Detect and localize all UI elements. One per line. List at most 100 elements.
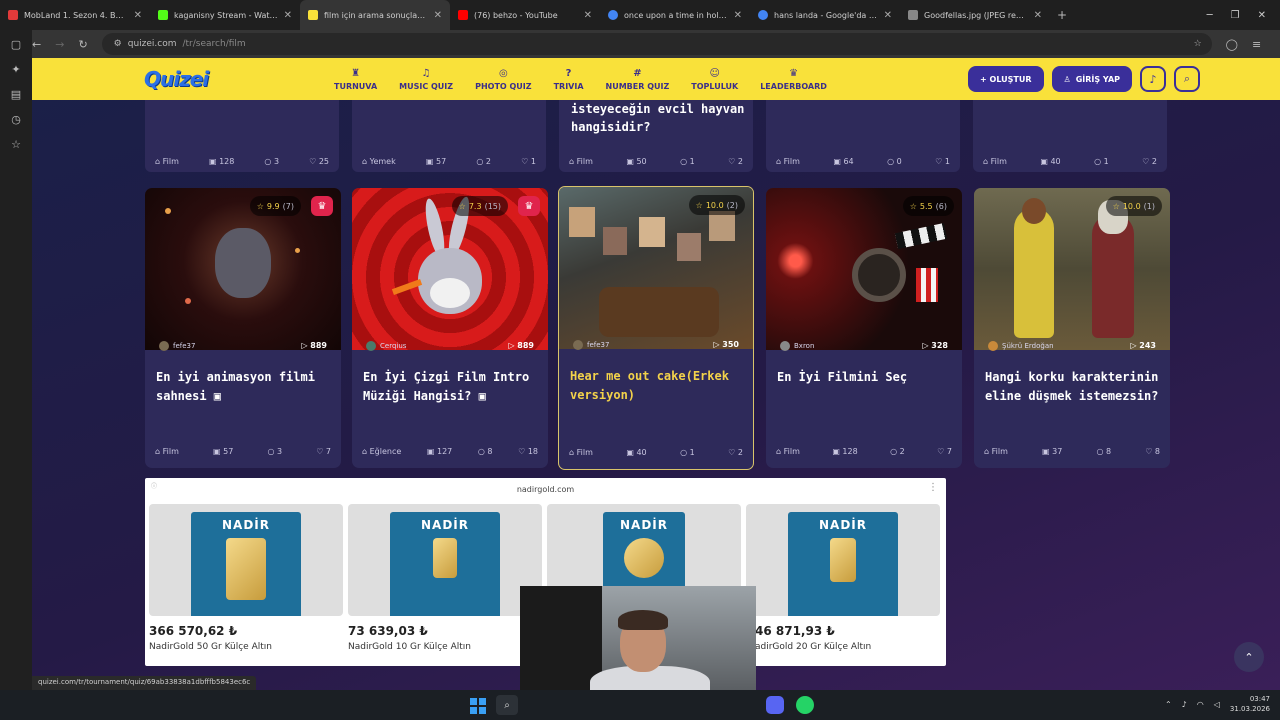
likes-count[interactable]: ♡ 1 — [521, 157, 536, 166]
close-icon[interactable]: ✕ — [734, 10, 742, 21]
profile-icon[interactable]: ◯ — [1226, 38, 1238, 51]
nav-trivia[interactable]: ? TRIVIA — [554, 68, 584, 91]
tray-chevron-icon[interactable]: ⌃ — [1165, 700, 1172, 709]
ad-product-name[interactable]: adirGold 20 Gr Külçe Altın — [755, 642, 871, 652]
whatsapp-icon[interactable] — [796, 696, 814, 714]
author-tag[interactable]: fefe37 — [573, 340, 609, 350]
favorites-icon[interactable]: ☆ — [11, 138, 21, 151]
status-link-preview: quizei.com/tr/tournament/quiz/69ab33838a… — [32, 676, 257, 690]
comments-count: ○ 1 — [680, 157, 695, 166]
ai-sparkle-icon[interactable]: ✦ — [11, 63, 20, 76]
nav-number-quiz[interactable]: # NUMBER QUIZ — [606, 68, 670, 91]
close-window-icon[interactable]: ✕ — [1258, 10, 1266, 21]
quiz-card[interactable]: ☆ 10.0 (1) Şükrü Erdoğan ▷ 243 Hangi korku… — [974, 188, 1170, 468]
quiz-card[interactable]: ⌂ Film ▣ 64 ○ 0 ♡ 1 — [766, 100, 960, 172]
login-button[interactable]: ♙ GİRİŞ YAP — [1051, 66, 1132, 92]
nav-topluluk[interactable]: ☺ TOPLULUK — [691, 68, 738, 91]
site-logo[interactable]: Quizei — [144, 67, 334, 91]
author-tag[interactable]: Şükrü Erdoğan — [988, 341, 1054, 351]
likes-count[interactable]: ♡ 18 — [518, 447, 538, 456]
quiz-card[interactable]: ⌂ Yemek ▣ 57 ○ 2 ♡ 1 — [352, 100, 546, 172]
browser-tab-active[interactable]: film için arama sonuçları - Quiz ✕ — [300, 0, 450, 30]
more-options-icon[interactable]: ⋮ — [928, 482, 938, 493]
site-info-icon[interactable]: ⚙ — [114, 39, 122, 49]
clock[interactable]: 03:47 31.03.2026 — [1230, 694, 1270, 714]
ad-product-image[interactable]: NADİR — [746, 504, 940, 616]
brand-label: NADİR — [620, 518, 668, 532]
taskbar-search-icon[interactable]: ⌕ — [496, 695, 518, 715]
nav-music-quiz[interactable]: ♫ MUSIC QUIZ — [399, 68, 453, 91]
back-icon[interactable]: ← — [32, 38, 41, 51]
close-icon[interactable]: ✕ — [434, 10, 442, 21]
gold-bar-image — [830, 538, 856, 582]
reload-icon[interactable]: ↻ — [78, 38, 87, 51]
scroll-to-top-button[interactable]: ⌃ — [1234, 642, 1264, 672]
likes-count[interactable]: ♡ 25 — [309, 157, 329, 166]
author-tag[interactable]: fefe37 — [159, 341, 195, 351]
menu-icon[interactable]: ≡ — [1252, 38, 1261, 51]
reading-list-icon[interactable]: ▤ — [11, 88, 21, 101]
close-icon[interactable]: ✕ — [134, 10, 142, 21]
close-icon[interactable]: ✕ — [1034, 10, 1042, 21]
ad-product-image[interactable]: NADİR — [149, 504, 343, 616]
nav-photo-quiz[interactable]: ◎ PHOTO QUIZ — [475, 68, 531, 91]
card-stats: ⌂ Film ▣ 37 ○ 8 ♡ 8 — [984, 447, 1160, 456]
windows-start-icon[interactable] — [470, 698, 486, 714]
comments-count: ○ 3 — [267, 447, 283, 456]
close-icon[interactable]: ✕ — [584, 10, 592, 21]
new-tab-button[interactable]: + — [1050, 8, 1074, 22]
url-field[interactable]: ⚙ quizei.com/tr/search/film ☆ — [101, 33, 1212, 55]
discord-icon[interactable] — [766, 696, 784, 714]
quiz-card[interactable]: ☆ 7.3 (15) ♛ Cerqius ▷ 889 En İyi Çizgi Fi… — [352, 188, 548, 468]
likes-count[interactable]: ♡ 7 — [316, 447, 331, 456]
close-icon[interactable]: ✕ — [284, 10, 292, 21]
quiz-card[interactable]: ☆ 9.9 (7) ♛ fefe37 ▷ 889 En iyi animasyon … — [145, 188, 341, 468]
browser-tab[interactable]: (76) behzo - YouTube ✕ — [450, 0, 600, 30]
likes-count[interactable]: ♡ 1 — [935, 157, 950, 166]
play-count: ▷ 328 — [922, 341, 948, 350]
crown-icon: ♛ — [311, 196, 333, 216]
wifi-icon[interactable]: ◠ — [1197, 700, 1204, 709]
history-icon[interactable]: ◷ — [11, 113, 21, 126]
quiz-row-top: ⌂ Film ▣ 128 ○ 3 ♡ 25 ⌂ Yemek ▣ 57 ○ 2 ♡… — [145, 100, 1185, 172]
ad-product-name[interactable]: NadirGold 50 Gr Külçe Altın — [149, 642, 272, 652]
questions-count: ▣ 64 — [833, 157, 854, 166]
browser-tab[interactable]: MobLand 1. Sezon 4. Bölüm izle ✕ — [0, 0, 150, 30]
quiz-card[interactable]: isteyeceğin evcil hayvan hangisidir? ⌂ F… — [559, 100, 753, 172]
bookmark-star-icon[interactable]: ☆ — [1194, 39, 1202, 49]
browser-tab[interactable]: kaganisny Stream - Watch Live ✕ — [150, 0, 300, 30]
likes-count[interactable]: ♡ 7 — [937, 447, 952, 456]
nav-turnuva[interactable]: ♜ TURNUVA — [334, 68, 377, 91]
forward-icon[interactable]: → — [55, 38, 64, 51]
close-icon[interactable]: ✕ — [884, 10, 892, 21]
author-tag[interactable]: Bxron — [780, 341, 814, 351]
likes-count[interactable]: ♡ 2 — [728, 448, 743, 457]
quiz-card[interactable]: ⌂ Film ▣ 40 ○ 1 ♡ 2 — [973, 100, 1167, 172]
likes-count[interactable]: ♡ 2 — [1142, 157, 1157, 166]
search-icon[interactable]: ⌕ — [1174, 66, 1200, 92]
volume-icon[interactable]: ◁ — [1214, 700, 1220, 709]
rating-badge: ☆ 10.0 (2) — [688, 195, 745, 215]
restore-icon[interactable]: ❐ — [1231, 10, 1240, 21]
likes-count[interactable]: ♡ 2 — [728, 157, 743, 166]
likes-count[interactable]: ♡ 8 — [1145, 447, 1160, 456]
play-count: ▷ 889 — [301, 341, 327, 350]
create-button[interactable]: + OLUŞTUR — [968, 66, 1044, 92]
quiz-card-hovered[interactable]: ☆ 10.0 (2) fefe37 ▷ 350 Hear me out cake(E… — [558, 186, 754, 470]
ad-product-image[interactable]: NADİR — [348, 504, 542, 616]
author-tag[interactable]: Cerqius — [366, 341, 406, 351]
questions-count: ▣ 40 — [1040, 157, 1061, 166]
quiz-card[interactable]: ⌂ Film ▣ 128 ○ 3 ♡ 25 — [145, 100, 339, 172]
browser-tab[interactable]: hans landa - Google'da Ara ✕ — [750, 0, 900, 30]
minimize-icon[interactable]: ─ — [1207, 10, 1213, 21]
mic-icon[interactable]: ♪ — [1182, 700, 1187, 709]
quiz-card[interactable]: ☆ 5.5 (6) Bxron ▷ 328 En İyi Filmini Seç ⌂… — [766, 188, 962, 468]
system-tray: ⌃ ♪ ◠ ◁ 03:47 31.03.2026 — [1165, 694, 1270, 714]
notifications-bell-icon[interactable]: ♪ — [1140, 66, 1166, 92]
tabs-panel-icon[interactable]: ▢ — [11, 38, 21, 51]
tab-title: once upon a time in hollywood — [624, 10, 728, 20]
nav-leaderboard[interactable]: ♛ LEADERBOARD — [760, 68, 827, 91]
browser-tab[interactable]: once upon a time in hollywood ✕ — [600, 0, 750, 30]
browser-tab[interactable]: Goodfellas.jpg (JPEG resmi, 293 ✕ — [900, 0, 1050, 30]
ad-product-name[interactable]: NadirGold 10 Gr Külçe Altın — [348, 642, 471, 652]
